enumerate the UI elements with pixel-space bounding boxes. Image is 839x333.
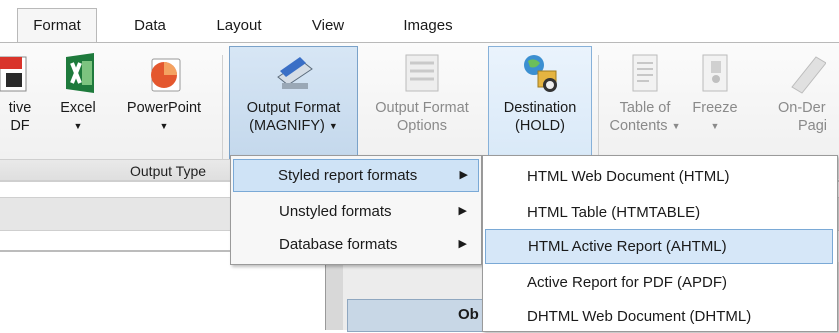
powerpoint-icon bbox=[151, 58, 181, 92]
menu-item-label: Unstyled formats bbox=[279, 203, 392, 220]
destination-icon bbox=[524, 55, 557, 92]
submenu-arrow-icon: ▶ bbox=[458, 205, 467, 217]
tab-view[interactable]: View bbox=[298, 9, 358, 43]
table-of-contents-label-1: Table of bbox=[619, 100, 671, 116]
active-pdf-label-2: DF bbox=[10, 118, 30, 134]
submenu-item-html[interactable]: HTML Web Document (HTML) bbox=[485, 160, 831, 193]
submenu-item-ahtml[interactable]: HTML Active Report (AHTML) bbox=[485, 229, 833, 264]
output-type-group-label: Output Type bbox=[130, 163, 207, 179]
ribbon-separator-2 bbox=[598, 55, 599, 165]
tab-images[interactable]: Images bbox=[388, 9, 468, 43]
menu-item-styled-report-formats[interactable]: Styled report formats ▶ bbox=[233, 159, 479, 192]
table-of-contents-button[interactable]: Table of Contents ▼ bbox=[608, 47, 682, 155]
submenu-arrow-icon: ▶ bbox=[458, 238, 467, 250]
output-format-icon bbox=[276, 57, 313, 89]
output-format-options-button[interactable]: Output Format Options bbox=[358, 47, 486, 155]
tab-format[interactable]: Format bbox=[17, 8, 97, 44]
ribbon-separator bbox=[222, 55, 223, 165]
menu-item-label: Database formats bbox=[279, 236, 398, 253]
destination-value: (HOLD) bbox=[515, 118, 565, 134]
table-of-contents-icon bbox=[632, 54, 658, 92]
destination-button[interactable]: Destination (HOLD) bbox=[488, 46, 592, 159]
on-demand-paging-button[interactable]: On-Der Pagi bbox=[778, 47, 839, 155]
output-format-dropdown-icon[interactable]: ▼ bbox=[329, 117, 338, 135]
excel-dropdown-icon[interactable]: ▼ bbox=[52, 117, 104, 135]
output-format-options-label-2: Options bbox=[397, 118, 447, 134]
submenu-item-apdf[interactable]: Active Report for PDF (APDF) bbox=[485, 266, 831, 299]
output-format-options-label-1: Output Format bbox=[375, 100, 469, 116]
menu-item-unstyled-formats[interactable]: Unstyled formats ▶ bbox=[233, 196, 477, 227]
ribbon-tab-bar: Format Data Layout View Images bbox=[0, 0, 839, 44]
powerpoint-dropdown-icon[interactable]: ▼ bbox=[116, 117, 212, 135]
active-pdf-label-1: tive bbox=[8, 100, 32, 116]
destination-label: Destination bbox=[503, 100, 577, 116]
format-options-icon bbox=[405, 54, 439, 92]
freeze-button[interactable]: Freeze ▼ bbox=[686, 47, 744, 155]
table-of-contents-dropdown-icon[interactable]: ▼ bbox=[672, 117, 681, 135]
excel-button[interactable]: Excel ▼ bbox=[52, 47, 104, 155]
tab-data[interactable]: Data bbox=[120, 9, 180, 43]
vertical-ruler bbox=[325, 262, 345, 330]
menu-item-label: Styled report formats bbox=[278, 167, 418, 184]
freeze-dropdown-icon[interactable]: ▼ bbox=[686, 117, 744, 135]
excel-label: Excel bbox=[60, 100, 96, 116]
powerpoint-label: PowerPoint bbox=[126, 100, 202, 116]
submenu-arrow-icon: ▶ bbox=[459, 169, 468, 181]
on-demand-paging-label-1: On-Der bbox=[778, 100, 826, 116]
freeze-icon bbox=[702, 54, 728, 92]
on-demand-paging-label-2: Pagi bbox=[798, 118, 828, 134]
output-format-menu: Styled report formats ▶ Unstyled formats… bbox=[230, 155, 482, 265]
table-of-contents-label-2: Contents ▼ bbox=[609, 117, 681, 135]
submenu-item-htmtable[interactable]: HTML Table (HTMTABLE) bbox=[485, 196, 831, 229]
freeze-label: Freeze bbox=[692, 100, 738, 116]
output-format-button[interactable]: Output Format (MAGNIFY) ▼ bbox=[229, 46, 358, 159]
submenu-item-dhtml[interactable]: DHTML Web Document (DHTML) bbox=[485, 300, 831, 333]
output-format-label: Output Format bbox=[246, 100, 341, 116]
powerpoint-button[interactable]: PowerPoint ▼ bbox=[116, 47, 212, 155]
styled-report-formats-submenu: HTML Web Document (HTML) HTML Table (HTM… bbox=[482, 155, 838, 332]
excel-icon bbox=[66, 53, 94, 93]
active-pdf-button[interactable]: tive DF bbox=[0, 47, 40, 155]
tab-layout[interactable]: Layout bbox=[205, 9, 273, 43]
menu-item-database-formats[interactable]: Database formats ▶ bbox=[233, 229, 477, 260]
canvas-partial-text: Ob bbox=[458, 306, 479, 323]
output-format-value: (MAGNIFY) ▼ bbox=[249, 117, 338, 135]
pdf-icon bbox=[0, 56, 27, 92]
on-demand-paging-icon bbox=[791, 56, 826, 94]
